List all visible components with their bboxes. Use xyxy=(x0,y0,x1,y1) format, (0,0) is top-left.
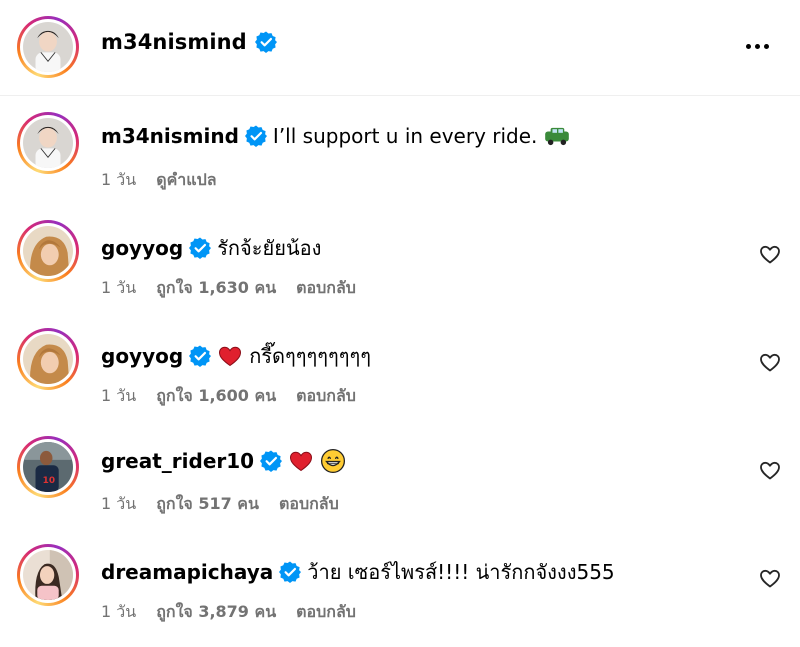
comment-username[interactable]: m34nismind xyxy=(101,124,239,148)
avatar[interactable] xyxy=(17,220,79,282)
comment-body: goyyog กรี๊ดๆๆๆๆๆๆๆๆ xyxy=(101,340,371,372)
comment-meta: 1 วัน ถูกใจ 517 คน ตอบกลับ xyxy=(101,492,339,517)
comment-username[interactable]: dreamapichaya xyxy=(101,560,273,584)
reply-button[interactable]: ตอบกลับ xyxy=(296,600,356,625)
svg-text:10: 10 xyxy=(43,476,55,486)
see-translation-link[interactable]: ดูคำแปล xyxy=(156,168,216,193)
red-heart-emoji xyxy=(290,451,313,472)
comment-text: I’ll support u in every ride. xyxy=(272,124,538,148)
avatar[interactable] xyxy=(17,16,79,78)
avatar[interactable] xyxy=(17,328,79,390)
heart-like-icon[interactable] xyxy=(758,242,782,266)
reply-button[interactable]: ตอบกลับ xyxy=(296,276,356,301)
heart-like-icon[interactable] xyxy=(758,458,782,482)
likes-count[interactable]: ถูกใจ 1,630 คน xyxy=(156,276,276,301)
likes-count[interactable]: ถูกใจ 3,879 คน xyxy=(156,600,276,625)
comment-meta: 1 วัน ถูกใจ 1,630 คน ตอบกลับ xyxy=(101,276,356,301)
avatar[interactable]: 10 xyxy=(17,436,79,498)
comment-username[interactable]: goyyog xyxy=(101,236,183,260)
likes-count[interactable]: ถูกใจ 1,600 คน xyxy=(156,384,276,409)
comment-body: dreamapichaya ว้าย เซอร์ไพรส์!!!! น่ารัก… xyxy=(101,556,615,588)
verified-badge-icon xyxy=(189,345,212,367)
more-horizontal-icon[interactable] xyxy=(740,34,774,58)
comment-item: dreamapichaya ว้าย เซอร์ไพรส์!!!! น่ารัก… xyxy=(0,544,800,647)
verified-badge-icon xyxy=(260,450,283,472)
comment-username[interactable]: great_rider10 xyxy=(101,449,254,473)
comment-text: ว้าย เซอร์ไพรส์!!!! น่ารักกจังงง555 xyxy=(307,560,615,584)
verified-badge-icon xyxy=(189,237,212,259)
car-emoji xyxy=(545,127,570,146)
comment-body: goyyog รักจ้ะยัยน้อง xyxy=(101,232,321,264)
comment-time[interactable]: 1 วัน xyxy=(101,168,136,193)
comment-time[interactable]: 1 วัน xyxy=(101,492,136,517)
comment-text: กรี๊ดๆๆๆๆๆๆๆๆ xyxy=(249,344,371,368)
comment-item: m34nismind I’ll support u in every ride.… xyxy=(0,112,800,220)
comment-username[interactable]: goyyog xyxy=(101,344,183,368)
header-username[interactable]: m34nismind xyxy=(101,30,277,54)
comment-item: goyyog กรี๊ดๆๆๆๆๆๆๆๆ 1 วัน ถูกใจ 1,600 ค… xyxy=(0,328,800,436)
comment-item: goyyog รักจ้ะยัยน้อง 1 วัน ถูกใจ 1,630 ค… xyxy=(0,220,800,328)
comment-time[interactable]: 1 วัน xyxy=(101,384,136,409)
comment-time[interactable]: 1 วัน xyxy=(101,600,136,625)
comment-time[interactable]: 1 วัน xyxy=(101,276,136,301)
red-heart-emoji xyxy=(219,346,242,367)
comment-body: m34nismind I’ll support u in every ride. xyxy=(101,124,571,148)
username-text[interactable]: m34nismind xyxy=(101,30,247,54)
heart-like-icon[interactable] xyxy=(758,566,782,590)
verified-badge-icon xyxy=(244,125,267,147)
grinning-face-emoji xyxy=(321,448,346,474)
comment-meta: 1 วัน ถูกใจ 3,879 คน ตอบกลับ xyxy=(101,600,356,625)
comment-item: 10 great_rider10 1 วัน ถูกใจ 517 คน ตอบก… xyxy=(0,436,800,544)
avatar[interactable] xyxy=(17,544,79,606)
reply-button[interactable]: ตอบกลับ xyxy=(279,492,339,517)
comment-meta: 1 วัน ดูคำแปล xyxy=(101,168,217,193)
avatar[interactable] xyxy=(17,112,79,174)
comment-meta: 1 วัน ถูกใจ 1,600 คน ตอบกลับ xyxy=(101,384,356,409)
reply-button[interactable]: ตอบกลับ xyxy=(296,384,356,409)
heart-like-icon[interactable] xyxy=(758,350,782,374)
verified-badge-icon xyxy=(279,561,302,583)
verified-badge-icon xyxy=(254,31,277,53)
comment-body: great_rider10 xyxy=(101,448,352,474)
post-header: m34nismind xyxy=(0,0,800,96)
comment-text: รักจ้ะยัยน้อง xyxy=(217,236,322,260)
likes-count[interactable]: ถูกใจ 517 คน xyxy=(156,492,259,517)
